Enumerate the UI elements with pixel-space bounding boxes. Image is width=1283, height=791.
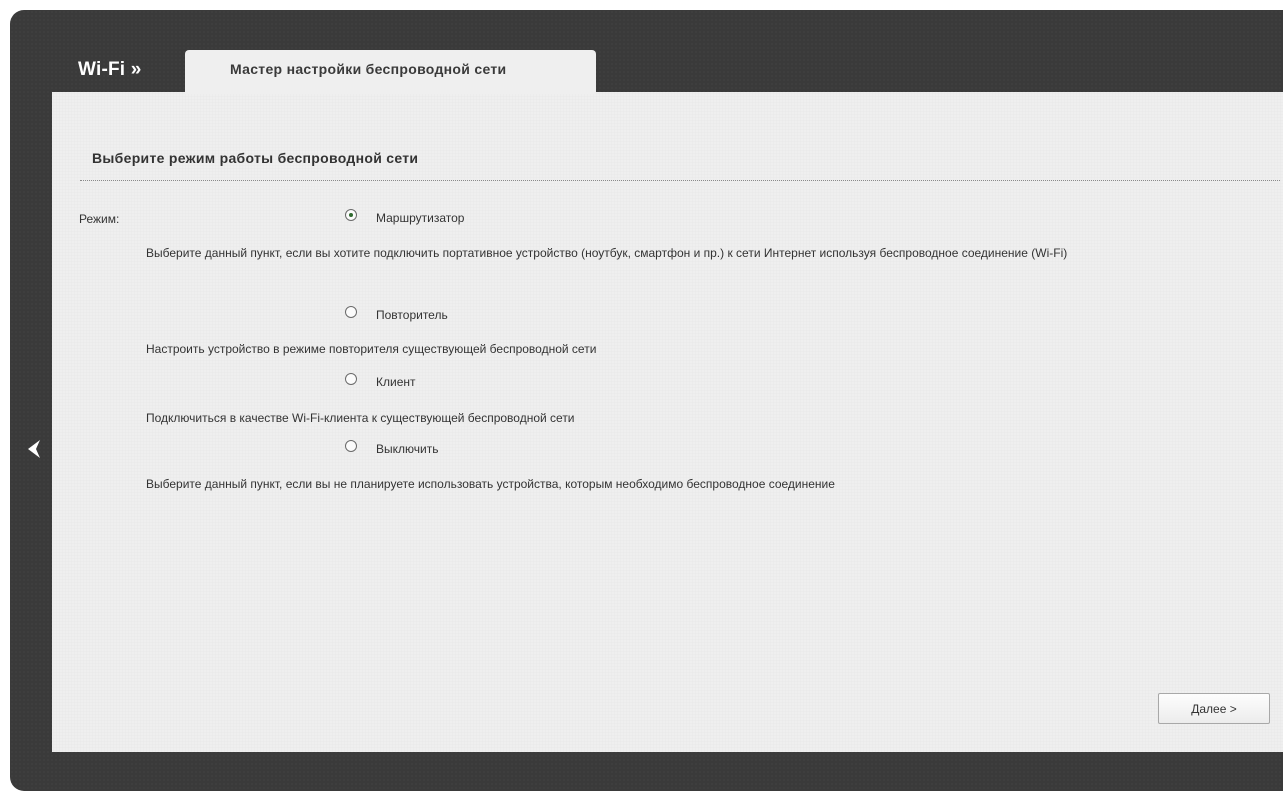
tab-wizard[interactable]: Мастер настройки беспроводной сети bbox=[185, 50, 596, 94]
mode-option-off[interactable]: Выключить bbox=[345, 436, 438, 456]
page-heading: Выберите режим работы беспроводной сети bbox=[92, 150, 419, 166]
radio-repeater[interactable] bbox=[345, 306, 357, 318]
option-description-repeater: Настроить устройство в режиме повторител… bbox=[146, 342, 597, 356]
option-label-client: Клиент bbox=[376, 375, 416, 389]
radio-off[interactable] bbox=[345, 440, 357, 452]
next-button[interactable]: Далее > bbox=[1158, 693, 1270, 724]
option-label-router: Маршрутизатор bbox=[376, 211, 465, 225]
divider bbox=[80, 180, 1280, 181]
mode-option-client[interactable]: Клиент bbox=[345, 369, 416, 389]
radio-client[interactable] bbox=[345, 373, 357, 385]
option-description-off: Выберите данный пункт, если вы не планир… bbox=[146, 477, 835, 491]
option-description-client: Подключиться в качестве Wi-Fi-клиента к … bbox=[146, 411, 575, 425]
mode-option-router[interactable]: Маршрутизатор bbox=[345, 205, 464, 225]
mode-option-repeater[interactable]: Повторитель bbox=[345, 302, 448, 322]
option-description-router: Выберите данный пункт, если вы хотите по… bbox=[146, 246, 1068, 260]
content-panel: Выберите режим работы беспроводной сети … bbox=[52, 92, 1283, 752]
option-label-repeater: Повторитель bbox=[376, 308, 448, 322]
mode-label: Режим: bbox=[79, 212, 120, 226]
option-label-off: Выключить bbox=[376, 442, 439, 456]
section-title: Wi-Fi » bbox=[78, 59, 142, 80]
radio-router[interactable] bbox=[345, 209, 357, 221]
chevron-left-icon[interactable] bbox=[24, 437, 44, 461]
